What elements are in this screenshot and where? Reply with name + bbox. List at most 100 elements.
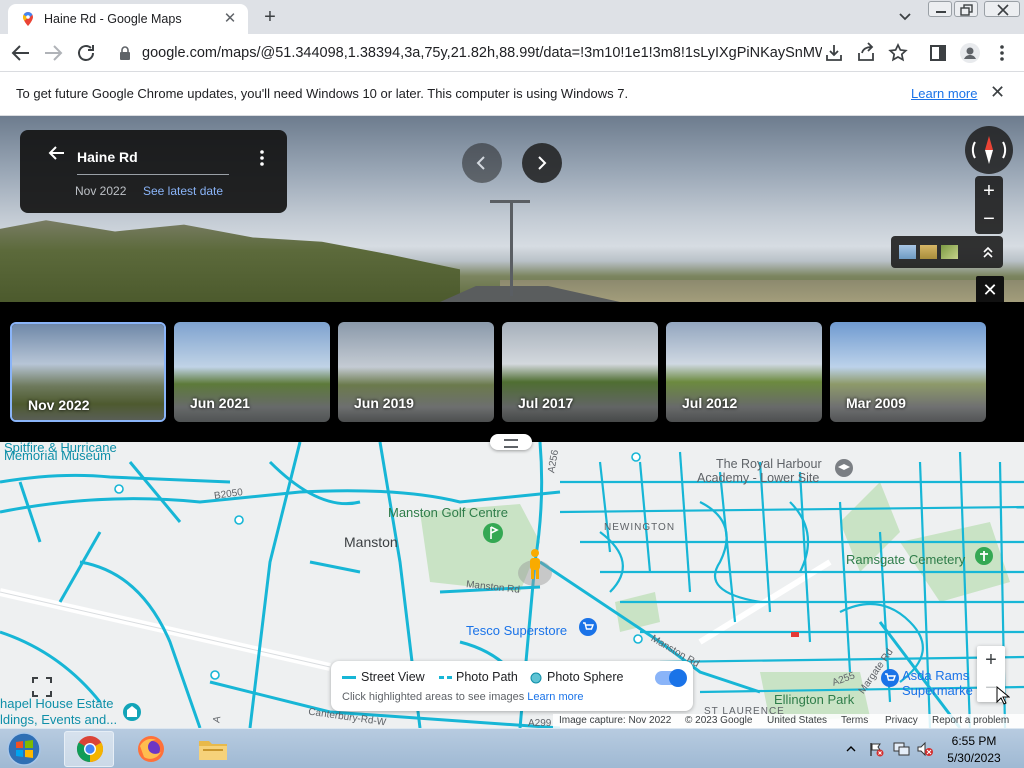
map-canvas[interactable]: Spitfire & Hurricane Memorial Museum B20… [0,442,1024,728]
folder-icon [199,741,227,760]
map-label-poi[interactable]: Supermarke [902,683,973,698]
map-attribution-bar: Image capture: Nov 2022 © 2023 Google Un… [553,714,1024,728]
network-icon[interactable] [892,741,910,757]
forward-arrow-icon[interactable] [41,41,65,65]
firefox-icon [138,736,164,762]
map-label-poi[interactable]: Asda Rams [902,668,969,683]
side-panel-icon[interactable] [926,41,950,65]
tab-title: Haine Rd - Google Maps [44,12,182,26]
map-zoom-in-button[interactable]: + [977,646,1005,674]
layers-strip[interactable] [891,236,1003,268]
terms-link[interactable]: Terms [841,715,868,726]
address-bar[interactable]: google.com/maps/@51.344098,1.38394,3a,75… [108,38,908,68]
restore-button[interactable] [954,1,978,17]
taskbar-explorer[interactable] [188,731,238,767]
install-app-icon[interactable] [822,41,846,65]
map-label-poi[interactable]: ldings, Events and... [0,712,117,727]
zoom-out-button[interactable]: − [975,205,1003,233]
school-pin-icon[interactable] [834,458,854,478]
thumb-date-label: Jun 2019 [354,395,414,411]
share-icon[interactable] [854,41,878,65]
tab-search-chevron-icon[interactable] [896,9,914,25]
browser-tab[interactable]: Haine Rd - Google Maps ✕ [8,4,248,34]
see-latest-date-link[interactable]: See latest date [143,184,223,198]
chevron-left-icon [476,156,485,170]
tab-close-icon[interactable]: ✕ [220,9,240,29]
windows-taskbar: 6:55 PM 5/30/2023 [0,728,1024,768]
map-label-poi[interactable]: The Royal Harbour [716,457,822,471]
previous-button[interactable] [462,143,502,183]
timeline-thumb[interactable]: Nov 2022 [10,322,166,422]
lock-icon[interactable] [119,46,131,60]
thumb-date-label: Mar 2009 [846,395,906,411]
photo-sphere-icon [530,672,542,684]
chrome-icon [76,736,104,763]
layer-thumb-satellite[interactable] [941,245,958,259]
new-tab-button[interactable]: + [258,6,282,28]
close-window-button[interactable] [984,1,1020,17]
next-button[interactable] [522,143,562,183]
infobar-learn-more-link[interactable]: Learn more [911,86,977,101]
reload-icon[interactable] [74,41,98,65]
action-center-flag-icon[interactable] [868,741,884,757]
report-problem-link[interactable]: Report a problem [932,715,1009,726]
golf-pin-icon[interactable] [482,522,504,544]
clock-date: 5/30/2023 [947,751,1001,765]
cemetery-pin-icon[interactable] [974,546,994,566]
back-arrow-icon[interactable] [9,41,33,65]
profile-avatar-icon[interactable] [958,41,982,65]
volume-muted-icon[interactable] [916,741,934,757]
url-text[interactable]: google.com/maps/@51.344098,1.38394,3a,75… [142,45,822,61]
timeline-thumb[interactable]: Jun 2019 [338,322,494,422]
taskbar-firefox[interactable] [126,731,176,767]
close-timeline-button[interactable]: ✕ [976,276,1004,302]
expand-up-icon[interactable] [981,245,995,259]
thumb-date-label: Jun 2021 [190,395,250,411]
map-label-poi[interactable]: Ellington Park [774,692,854,707]
close-icon [997,4,1009,16]
timeline-thumb[interactable]: Mar 2009 [830,322,986,422]
street-view-layer-toggle[interactable] [655,669,687,687]
photo-path-line-icon [439,676,452,679]
timeline-thumb[interactable]: Jun 2021 [174,322,330,422]
compass-button[interactable] [965,126,1013,174]
map-label-poi[interactable]: Memorial Museum [4,448,111,463]
country-link[interactable]: United States [767,715,827,726]
capture-date: Nov 2022 [75,184,127,198]
bookmark-star-icon[interactable] [886,41,910,65]
infobar-close-icon[interactable]: ✕ [990,82,1005,103]
pegman-icon[interactable] [526,548,544,582]
back-arrow-icon[interactable] [46,142,68,164]
windows-start-icon[interactable] [4,730,44,768]
restore-icon [960,4,973,16]
more-options-icon[interactable] [256,148,268,168]
shopping-cart-pin-icon[interactable] [578,617,598,637]
legend-hint-text: Click highlighted areas to see images [342,691,525,703]
map-label-town: Manston [344,534,398,550]
map-label-poi[interactable]: Manston Golf Centre [388,505,508,520]
timeline-thumb[interactable]: Jul 2012 [666,322,822,422]
infobar-message: To get future Google Chrome updates, you… [16,86,629,101]
kebab-menu-icon[interactable] [990,41,1014,65]
map-label-poi[interactable]: Tesco Superstore [466,623,567,638]
privacy-link[interactable]: Privacy [885,715,918,726]
fullscreen-expand-icon[interactable] [29,674,55,700]
taskbar-chrome[interactable] [64,731,114,767]
system-clock[interactable]: 6:55 PM 5/30/2023 [944,733,1004,767]
layer-thumb-terrain[interactable] [920,245,937,259]
building-pin-icon[interactable] [122,702,142,722]
legend-learn-more-link[interactable]: Learn more [527,691,583,703]
tab-strip: Haine Rd - Google Maps ✕ + [0,0,1024,34]
map-label-poi[interactable]: hapel House Estate [0,696,113,711]
street-view-panorama[interactable]: Haine Rd Nov 2022 See latest date + − ✕ [0,116,1024,302]
shopping-cart-pin-icon[interactable] [880,668,900,688]
timeline-thumb[interactable]: Jul 2017 [502,322,658,422]
panel-resize-handle[interactable] [490,434,532,450]
legend-photo-sphere: Photo Sphere [547,670,624,684]
show-hidden-icons-icon[interactable] [846,744,856,754]
map-label-poi[interactable]: Ramsgate Cemetery [846,552,965,567]
map-label-poi[interactable]: Academy - Lower Site [697,471,819,485]
minimize-button[interactable] [928,1,952,17]
zoom-in-button[interactable]: + [975,177,1003,205]
layer-thumb-sky[interactable] [899,245,916,259]
